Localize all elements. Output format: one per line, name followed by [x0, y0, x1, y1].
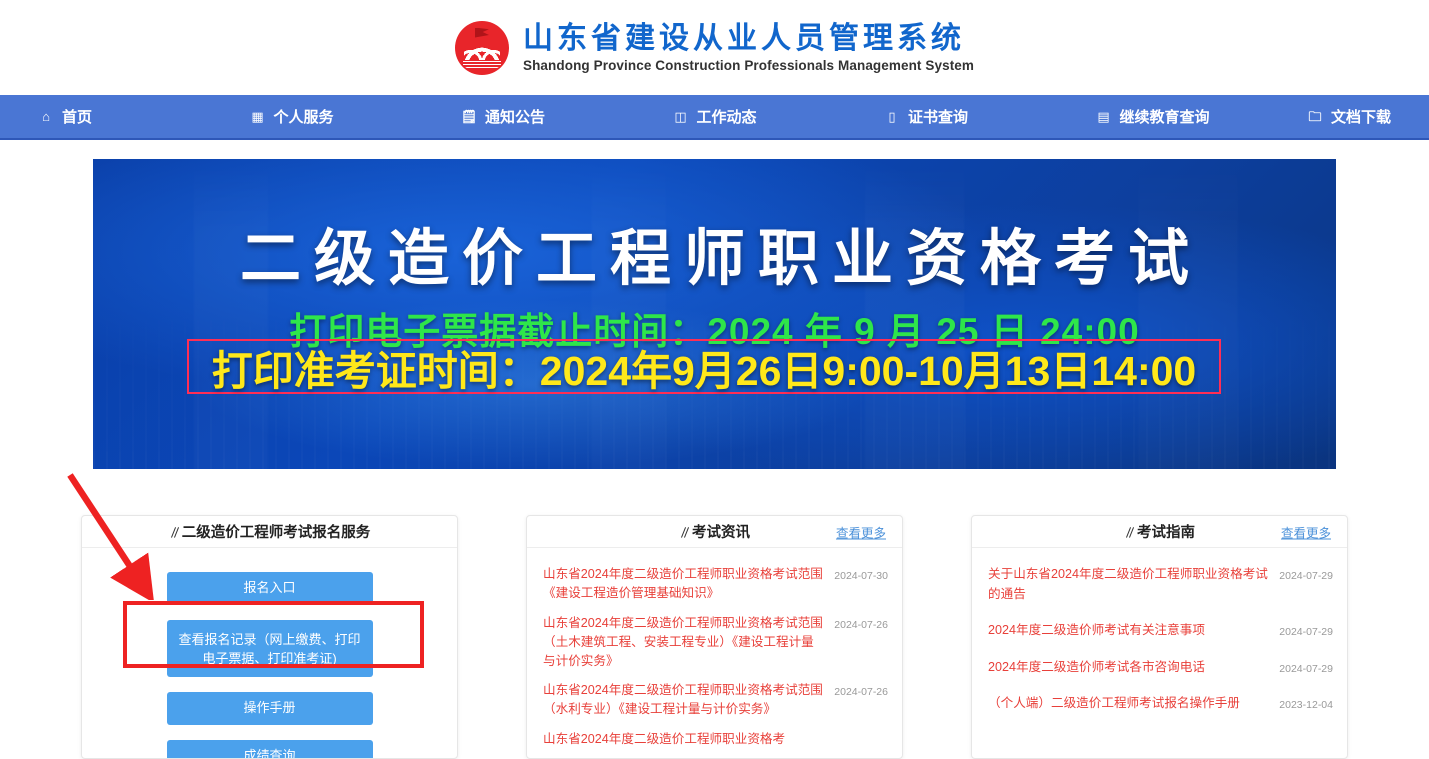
- nav-item-document-download[interactable]: 🗀 文档下载: [1307, 106, 1391, 127]
- cards-row: 二级造价工程师考试报名服务 报名入口 查看报名记录（网上缴费、打印电子票据、打印…: [0, 515, 1429, 759]
- service-card-title-wrap: 二级造价工程师考试报名服务: [169, 521, 371, 542]
- nav-item-continuing-education[interactable]: ▤ 继续教育查询: [1096, 106, 1308, 127]
- nav-item-personal-service[interactable]: ▦ 个人服务: [250, 106, 462, 127]
- signup-entry-button[interactable]: 报名入口: [166, 572, 373, 605]
- brand-text: 山东省建设从业人员管理系统 Shandong Province Construc…: [523, 22, 974, 73]
- banner-title: 二级造价工程师职业资格考试: [239, 224, 1202, 292]
- brand: 山东省建设从业人员管理系统 Shandong Province Construc…: [454, 20, 974, 75]
- banner-admission-ticket-highlight: 打印准考证时间：2024年9月26日9:00-10月13日14:00: [187, 339, 1221, 394]
- banner-admission-ticket-time: 打印准考证时间：2024年9月26日9:00-10月13日14:00: [211, 347, 1197, 394]
- guide-item-title: （个人端）二级造价工程师考试报名操作手册: [988, 696, 1240, 711]
- nav-label-notices: 通知公告: [485, 109, 546, 126]
- guide-list: 关于山东省2024年度二级造价工程师职业资格考试的通告 2024-07-29 2…: [972, 558, 1347, 714]
- guide-item-date: 2024-07-29: [1279, 570, 1333, 582]
- nav-item-certificate-query[interactable]: ▯ 证书查询: [884, 106, 1096, 127]
- nav-item-home[interactable]: ⌂ 首页: [38, 106, 250, 127]
- service-card-header: 二级造价工程师考试报名服务: [82, 516, 457, 548]
- guide-item-title: 2024年度二级造价师考试有关注意事项: [988, 623, 1205, 638]
- news-item-title: 山东省2024年度二级造价工程师职业资格考试范围（土木建筑工程、安装工程专业）《…: [543, 615, 823, 668]
- news-list-item[interactable]: 山东省2024年度二级造价工程师职业资格考: [543, 730, 888, 749]
- news-item-title: 山东省2024年度二级造价工程师职业资格考: [543, 732, 786, 747]
- view-registration-record-button[interactable]: 查看报名记录（网上缴费、打印电子票据、打印准考证): [166, 619, 373, 677]
- news-list-item[interactable]: 山东省2024年度二级造价工程师职业资格考试范围（水利专业）《建设工程计量与计价…: [543, 681, 888, 719]
- news-item-date: 2024-07-30: [834, 570, 888, 582]
- guide-card: 考试指南 查看更多 关于山东省2024年度二级造价工程师职业资格考试的通告 20…: [971, 515, 1348, 759]
- news-card: 考试资讯 查看更多 山东省2024年度二级造价工程师职业资格考试范围《建设工程造…: [526, 515, 903, 759]
- certificate-icon: ▯: [888, 109, 896, 124]
- nav-label-document-download: 文档下载: [1331, 109, 1392, 126]
- news-card-body: 山东省2024年度二级造价工程师职业资格考试范围《建设工程造价管理基础知识》 2…: [527, 548, 902, 749]
- user-card-icon: ▦: [251, 109, 264, 124]
- guide-card-body: 关于山东省2024年度二级造价工程师职业资格考试的通告 2024-07-29 2…: [972, 548, 1347, 714]
- service-button-list: 报名入口 查看报名记录（网上缴费、打印电子票据、打印准考证) 操作手册 成绩查询: [82, 558, 457, 758]
- guide-item-date: 2023-12-04: [1279, 699, 1333, 712]
- list-icon: ▤: [1097, 109, 1110, 124]
- guide-item-title: 关于山东省2024年度二级造价工程师职业资格考试的通告: [988, 567, 1268, 601]
- news-item-title: 山东省2024年度二级造价工程师职业资格考试范围《建设工程造价管理基础知识》: [543, 567, 823, 600]
- guide-item-date: 2024-07-29: [1279, 662, 1333, 675]
- guide-card-title: 考试指南: [1137, 525, 1195, 541]
- home-icon: ⌂: [42, 109, 50, 124]
- pencil-icon: [1124, 527, 1135, 539]
- service-card-body: 报名入口 查看报名记录（网上缴费、打印电子票据、打印准考证) 操作手册 成绩查询: [82, 548, 457, 758]
- guide-item-date: 2024-07-29: [1279, 626, 1333, 639]
- news-view-more-link[interactable]: 查看更多: [836, 522, 886, 541]
- pencil-icon: [679, 527, 690, 539]
- news-card-header: 考试资讯 查看更多: [527, 516, 902, 548]
- service-card-title: 二级造价工程师考试报名服务: [181, 525, 371, 541]
- news-list-item[interactable]: 山东省2024年度二级造价工程师职业资格考试范围《建设工程造价管理基础知识》 2…: [543, 565, 888, 603]
- folder-icon: 🗀: [1308, 109, 1322, 124]
- site-title-cn: 山东省建设从业人员管理系统: [522, 22, 965, 56]
- news-item-date: 2024-07-26: [834, 618, 888, 631]
- news-card-title-wrap: 考试资讯: [679, 521, 750, 542]
- pencil-icon: [169, 527, 180, 539]
- score-query-button[interactable]: 成绩查询: [166, 739, 373, 758]
- guide-list-item[interactable]: 关于山东省2024年度二级造价工程师职业资格考试的通告 2024-07-29: [988, 565, 1333, 604]
- nav-label-personal-service: 个人服务: [273, 109, 334, 126]
- guide-list-item[interactable]: 2024年度二级造价师考试各市咨询电话 2024-07-29: [988, 658, 1333, 678]
- guide-card-header: 考试指南 查看更多: [972, 516, 1347, 548]
- guide-item-title: 2024年度二级造价师考试各市咨询电话: [988, 659, 1205, 674]
- news-card-title: 考试资讯: [692, 525, 750, 541]
- emblem-logo-icon: [454, 20, 509, 75]
- nav-item-work-updates[interactable]: ◫ 工作动态: [673, 106, 885, 127]
- clipboard-icon: 🗒: [460, 109, 478, 124]
- site-header: 山东省建设从业人员管理系统 Shandong Province Construc…: [0, 0, 1429, 95]
- nav-label-home: 首页: [62, 109, 93, 126]
- news-item-date: 2024-07-26: [834, 686, 888, 699]
- operation-manual-button[interactable]: 操作手册: [166, 691, 373, 725]
- guide-view-more-link[interactable]: 查看更多: [1281, 522, 1331, 541]
- book-waves-shape: [462, 58, 501, 70]
- news-item-title: 山东省2024年度二级造价工程师职业资格考试范围（水利专业）《建设工程计量与计价…: [543, 683, 823, 717]
- guide-card-title-wrap: 考试指南: [1124, 521, 1195, 542]
- guide-list-item[interactable]: 2024年度二级造价师考试有关注意事项 2024-07-29: [988, 621, 1333, 641]
- main-nav: ⌂ 首页 ▦ 个人服务 🗒 通知公告 ◫ 工作动态 ▯ 证书查询 ▤ 继续教育查…: [0, 95, 1429, 140]
- service-card: 二级造价工程师考试报名服务 报名入口 查看报名记录（网上缴费、打印电子票据、打印…: [81, 515, 458, 759]
- nav-label-continuing-education: 继续教育查询: [1119, 109, 1210, 126]
- banner-wrap: 二级造价工程师职业资格考试 打印电子票据截止时间：2024 年 9 月 25 日…: [0, 140, 1429, 469]
- news-list: 山东省2024年度二级造价工程师职业资格考试范围《建设工程造价管理基础知识》 2…: [527, 558, 902, 749]
- news-list-item[interactable]: 山东省2024年度二级造价工程师职业资格考试范围（土木建筑工程、安装工程专业）《…: [543, 614, 888, 671]
- guide-list-item[interactable]: （个人端）二级造价工程师考试报名操作手册 2023-12-04: [988, 694, 1333, 714]
- mountain-shape: [463, 40, 500, 60]
- site-title-en: Shandong Province Construction Professio…: [522, 57, 975, 73]
- nav-item-notices[interactable]: 🗒 通知公告: [461, 106, 673, 127]
- flag-shape: [474, 27, 489, 38]
- nav-label-work-updates: 工作动态: [696, 109, 757, 126]
- nav-label-certificate-query: 证书查询: [908, 109, 969, 126]
- book-open-icon: ◫: [674, 109, 687, 124]
- exam-banner[interactable]: 二级造价工程师职业资格考试 打印电子票据截止时间：2024 年 9 月 25 日…: [93, 159, 1336, 469]
